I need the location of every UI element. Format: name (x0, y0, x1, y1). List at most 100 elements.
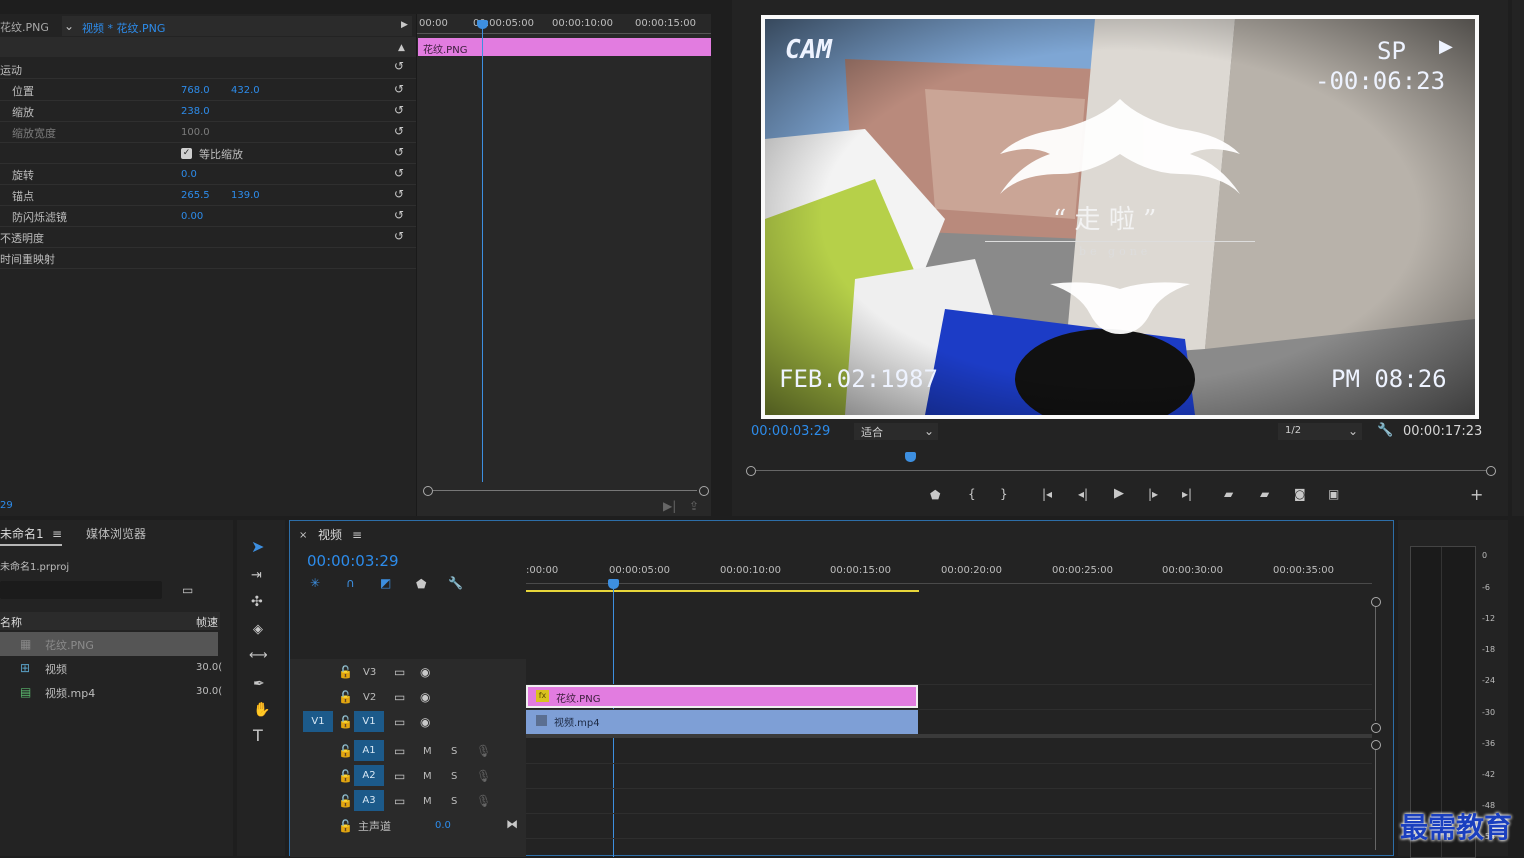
track-target-a3[interactable]: A3 (354, 790, 384, 811)
track-target-v1[interactable]: V1 (354, 711, 384, 732)
lock-icon[interactable]: 🔓 (338, 691, 353, 703)
column-name[interactable]: 名称 (0, 614, 22, 630)
slip-icon[interactable]: ⟷ (249, 649, 268, 662)
lift-icon[interactable]: ▰ (1224, 488, 1233, 500)
reset-icon[interactable]: ↺ (394, 104, 404, 116)
reset-icon[interactable]: ↺ (394, 83, 404, 95)
mute-button[interactable]: M (423, 771, 432, 782)
track-target-a2[interactable]: A2 (354, 765, 384, 786)
reset-icon[interactable]: ↺ (394, 230, 404, 242)
microphone-icon[interactable]: 🎙 (476, 770, 491, 782)
mark-out-icon[interactable]: } (1000, 488, 1008, 500)
compare-icon[interactable]: ▣ (1328, 488, 1339, 500)
play-icon[interactable]: ▶ (1114, 487, 1124, 500)
text-tool-icon[interactable]: T (253, 728, 263, 744)
go-to-end-icon[interactable]: ⧓ (506, 818, 518, 830)
reset-icon[interactable]: ↺ (394, 60, 404, 72)
export-icon[interactable]: ⇪ (689, 500, 699, 512)
tab-media-browser[interactable]: 媒体浏览器 (86, 525, 146, 542)
eye-icon[interactable]: ◉ (420, 691, 430, 703)
property-value[interactable]: 0.0 (181, 169, 197, 180)
program-playhead[interactable] (905, 452, 916, 462)
source-label[interactable]: 花纹.PNG (0, 19, 49, 35)
microphone-icon[interactable]: 🎙 (476, 745, 491, 757)
property-value-y[interactable]: 432.0 (231, 85, 260, 96)
tab-project[interactable]: 未命名1 (0, 525, 44, 542)
property-value-x[interactable]: 768.0 (181, 85, 210, 96)
pen-icon[interactable]: ✒ (253, 677, 265, 691)
lock-icon[interactable]: 🔓 (338, 820, 353, 832)
go-to-out-icon[interactable]: ▸| (1182, 488, 1192, 500)
selection-tool-icon[interactable]: ➤ (251, 539, 264, 555)
microphone-icon[interactable]: 🎙 (476, 795, 491, 807)
property-row-time-remap[interactable]: 时间重映射 (0, 248, 416, 269)
step-forward-icon[interactable]: |▸ (1148, 488, 1158, 500)
program-timecode[interactable]: 00:00:03:29 (751, 424, 830, 439)
effect-clip-bar[interactable]: 花纹.PNG (418, 38, 711, 56)
track-select-icon[interactable]: ⇥ (251, 569, 262, 582)
sync-lock-icon[interactable]: ▭ (394, 716, 405, 728)
extract-icon[interactable]: ▰ (1260, 488, 1269, 500)
timeline-playhead-head[interactable] (608, 579, 619, 589)
go-to-in-icon[interactable]: |◂ (1042, 488, 1052, 500)
timeline-timecode[interactable]: 00:00:03:29 (307, 552, 399, 570)
lock-icon[interactable]: 🔓 (338, 795, 353, 807)
property-row-opacity[interactable]: 不透明度 ↺ (0, 227, 416, 248)
ripple-edit-icon[interactable]: ✣ (251, 595, 263, 609)
nest-icon[interactable]: ✳ (310, 577, 320, 589)
source-patch-v1[interactable]: V1 (303, 711, 333, 732)
reset-icon[interactable]: ↺ (394, 146, 404, 158)
lock-icon[interactable]: 🔓 (338, 716, 353, 728)
reset-icon[interactable]: ↺ (394, 188, 404, 200)
reset-icon[interactable]: ↺ (394, 209, 404, 221)
timeline-clip-mp4[interactable]: 视频.mp4 (526, 710, 918, 734)
work-area-bar[interactable] (526, 590, 919, 592)
property-value[interactable]: 238.0 (181, 106, 210, 117)
fit-dropdown[interactable]: 适合 ⌄ (854, 423, 938, 440)
sync-lock-icon[interactable]: ▭ (394, 666, 405, 678)
mute-button[interactable]: M (423, 746, 432, 757)
track-target-a1[interactable]: A1 (354, 740, 384, 761)
solo-button[interactable]: S (451, 746, 457, 757)
program-scrubber[interactable] (746, 452, 1496, 476)
timeline-tab[interactable]: 视频 (318, 526, 342, 543)
razor-icon[interactable]: ◈ (253, 623, 263, 636)
sync-lock-icon[interactable]: ▭ (394, 770, 405, 782)
timeline-clip-png[interactable]: fx 花纹.PNG (526, 685, 918, 708)
eye-icon[interactable]: ◉ (420, 716, 430, 728)
mark-in-icon[interactable]: { (968, 488, 976, 500)
solo-button[interactable]: S (451, 771, 457, 782)
timeline-ruler[interactable]: :00:00 00:00:05:00 00:00:10:00 00:00:15:… (526, 563, 1372, 593)
list-item[interactable]: ▤ 视频.mp4 30.0( (0, 680, 222, 704)
sync-lock-icon[interactable]: ▭ (394, 795, 405, 807)
sequence-dropdown[interactable]: ⌄ 视频 * 花纹.PNG (62, 16, 412, 36)
wrench-icon[interactable]: 🔧 (448, 577, 463, 589)
uniform-scale-checkbox[interactable]: ✓ (181, 148, 192, 159)
sync-lock-icon[interactable]: ▭ (394, 745, 405, 757)
effect-scrollbar[interactable] (423, 486, 709, 496)
list-item[interactable]: ▦ 花纹.PNG (0, 632, 218, 656)
close-tab-icon[interactable]: × (299, 530, 307, 542)
audio-track-scrollbar[interactable] (1371, 740, 1381, 850)
new-bin-icon[interactable]: ▭ (182, 584, 193, 596)
property-value[interactable]: 100.0 (181, 127, 210, 138)
video-track-scrollbar[interactable] (1371, 597, 1381, 733)
eye-icon[interactable]: ◉ (420, 666, 430, 678)
linked-selection-icon[interactable]: ◩ (380, 577, 391, 589)
column-frame-rate[interactable]: 帧速 (196, 614, 218, 630)
collapse-icon[interactable]: ▲ (398, 42, 405, 54)
panel-menu-icon[interactable]: ≡ (52, 528, 62, 540)
mute-button[interactable]: M (423, 796, 432, 807)
master-volume[interactable]: 0.0 (435, 820, 451, 831)
play-only-icon[interactable]: ▶| (663, 500, 676, 512)
property-value[interactable]: 0.00 (181, 211, 203, 222)
reset-icon[interactable]: ↺ (394, 167, 404, 179)
list-item[interactable]: ⊞ 视频 30.0( (0, 656, 222, 680)
hand-icon[interactable]: ✋ (253, 703, 270, 717)
effect-playhead-head[interactable] (477, 20, 488, 29)
solo-button[interactable]: S (451, 796, 457, 807)
add-button-icon[interactable]: + (1470, 487, 1483, 503)
lock-icon[interactable]: 🔓 (338, 666, 353, 678)
play-triangle-icon[interactable]: ▶ (401, 19, 408, 31)
camera-icon[interactable]: ◙ (1294, 488, 1306, 500)
